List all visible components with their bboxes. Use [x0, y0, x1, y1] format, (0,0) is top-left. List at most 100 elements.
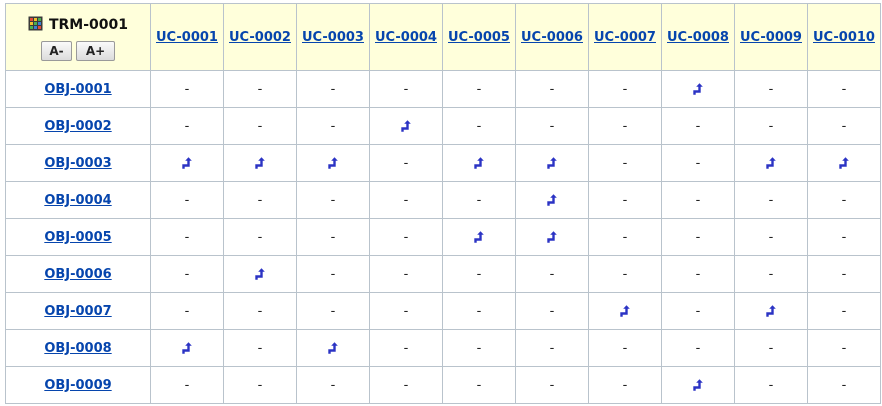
matrix-cell[interactable] [515, 218, 589, 256]
row-header: OBJ-0003 [5, 144, 151, 182]
empty-cell-marker: - [330, 229, 336, 245]
matrix-cell: - [588, 255, 662, 293]
column-link[interactable]: UC-0006 [521, 30, 583, 45]
table-row: OBJ-0004 - - - - - - - - - [5, 181, 881, 219]
matrix-cell[interactable] [807, 144, 881, 182]
empty-cell-marker: - [257, 377, 263, 393]
trace-arrow-icon[interactable] [691, 82, 705, 96]
matrix-cell[interactable] [515, 144, 589, 182]
column-link[interactable]: UC-0008 [667, 30, 729, 45]
column-link[interactable]: UC-0007 [594, 30, 656, 45]
trace-arrow-icon[interactable] [326, 156, 340, 170]
trace-arrow-icon[interactable] [180, 156, 194, 170]
matrix-cell[interactable] [442, 218, 516, 256]
empty-cell-marker: - [622, 340, 628, 356]
empty-cell-marker: - [695, 155, 701, 171]
matrix-cell[interactable] [223, 255, 297, 293]
matrix-cell: - [296, 218, 370, 256]
zoom-controls: A- A+ [6, 40, 150, 61]
empty-cell-marker: - [622, 118, 628, 134]
row-link[interactable]: OBJ-0001 [44, 82, 111, 97]
matrix-cell: - [369, 329, 443, 367]
matrix-cell: - [150, 366, 224, 404]
matrix-cell[interactable] [442, 144, 516, 182]
table-row: OBJ-0002 - - - - - - - - - [5, 107, 881, 145]
matrix-cell[interactable] [296, 329, 370, 367]
matrix-body: OBJ-0001- - - - - - - - - OBJ-0002- - - - - - - - - OBJ-00… [5, 70, 881, 404]
matrix-cell: - [369, 292, 443, 330]
table-row: OBJ-0007 - - - - - - - - [5, 292, 881, 330]
matrix-cell: - [807, 329, 881, 367]
trace-arrow-icon[interactable] [253, 156, 267, 170]
matrix-cell: - [515, 329, 589, 367]
font-decrease-button[interactable]: A- [41, 40, 72, 61]
empty-cell-marker: - [476, 377, 482, 393]
matrix-cell: - [661, 329, 735, 367]
row-link[interactable]: OBJ-0004 [44, 193, 111, 208]
table-row: OBJ-0008 - - - - - - - - [5, 329, 881, 367]
trace-arrow-icon[interactable] [180, 341, 194, 355]
row-link[interactable]: OBJ-0005 [44, 230, 111, 245]
trace-arrow-icon[interactable] [618, 304, 632, 318]
row-link[interactable]: OBJ-0007 [44, 304, 111, 319]
row-link[interactable]: OBJ-0002 [44, 119, 111, 134]
trace-arrow-icon[interactable] [253, 267, 267, 281]
column-header: UC-0003 [296, 3, 370, 71]
matrix-cell[interactable] [296, 144, 370, 182]
matrix-cell[interactable] [734, 144, 808, 182]
column-link[interactable]: UC-0005 [448, 30, 510, 45]
matrix-cell: - [223, 107, 297, 145]
trace-arrow-icon[interactable] [326, 341, 340, 355]
empty-cell-marker: - [403, 229, 409, 245]
trace-arrow-icon[interactable] [764, 304, 778, 318]
column-link[interactable]: UC-0001 [156, 30, 218, 45]
column-link[interactable]: UC-0002 [229, 30, 291, 45]
matrix-cell[interactable] [588, 292, 662, 330]
row-link[interactable]: OBJ-0009 [44, 378, 111, 393]
matrix-cell[interactable] [223, 144, 297, 182]
column-link[interactable]: UC-0009 [740, 30, 802, 45]
empty-cell-marker: - [184, 303, 190, 319]
empty-cell-marker: - [622, 81, 628, 97]
column-header: UC-0009 [734, 3, 808, 71]
column-link[interactable]: UC-0003 [302, 30, 364, 45]
empty-cell-marker: - [768, 118, 774, 134]
trace-arrow-icon[interactable] [472, 156, 486, 170]
trace-arrow-icon[interactable] [545, 230, 559, 244]
column-link[interactable]: UC-0010 [813, 30, 875, 45]
font-increase-button[interactable]: A+ [76, 40, 115, 61]
matrix-cell: - [296, 366, 370, 404]
trace-arrow-icon[interactable] [764, 156, 778, 170]
matrix-cell: - [588, 181, 662, 219]
trace-arrow-icon[interactable] [691, 378, 705, 392]
column-link[interactable]: UC-0004 [375, 30, 437, 45]
trace-arrow-icon[interactable] [545, 156, 559, 170]
matrix-cell[interactable] [734, 292, 808, 330]
matrix-cell: - [150, 292, 224, 330]
matrix-cell: - [588, 107, 662, 145]
matrix-cell: - [223, 70, 297, 108]
matrix-cell: - [296, 292, 370, 330]
matrix-cell[interactable] [515, 181, 589, 219]
matrix-cell: - [442, 255, 516, 293]
matrix-cell: - [661, 218, 735, 256]
matrix-cell[interactable] [150, 329, 224, 367]
row-link[interactable]: OBJ-0003 [44, 156, 111, 171]
row-link[interactable]: OBJ-0008 [44, 341, 111, 356]
matrix-cell: - [661, 255, 735, 293]
trace-arrow-icon[interactable] [399, 119, 413, 133]
empty-cell-marker: - [403, 192, 409, 208]
row-link[interactable]: OBJ-0006 [44, 267, 111, 282]
empty-cell-marker: - [841, 377, 847, 393]
matrix-cell[interactable] [661, 70, 735, 108]
matrix-cell: - [807, 218, 881, 256]
empty-cell-marker: - [257, 340, 263, 356]
matrix-cell[interactable] [369, 107, 443, 145]
trace-arrow-icon[interactable] [472, 230, 486, 244]
trace-arrow-icon[interactable] [837, 156, 851, 170]
empty-cell-marker: - [549, 118, 555, 134]
matrix-cell[interactable] [661, 366, 735, 404]
matrix-cell[interactable] [150, 144, 224, 182]
matrix-title: TRM-0001 [6, 16, 150, 35]
trace-arrow-icon[interactable] [545, 193, 559, 207]
